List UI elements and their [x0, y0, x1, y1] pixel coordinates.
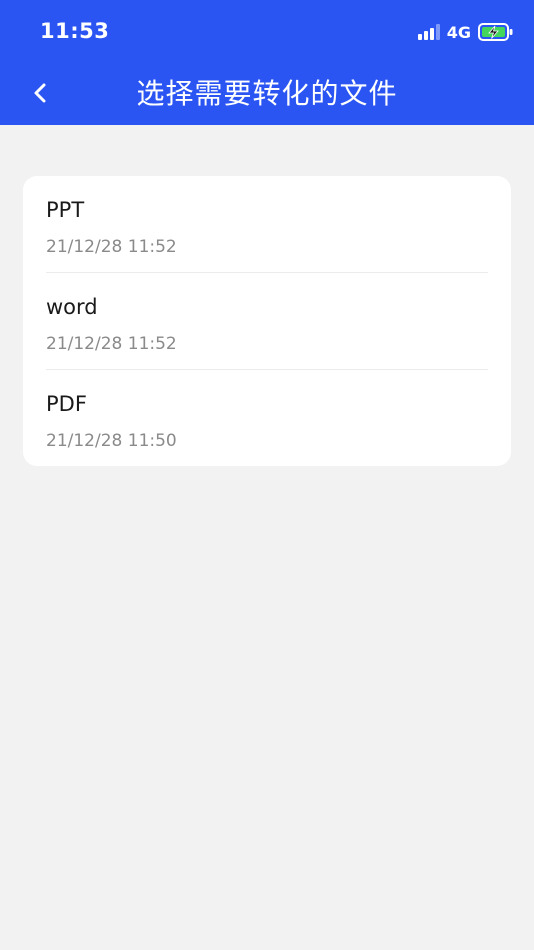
status-indicators: 4G	[417, 22, 514, 42]
file-name: word	[46, 295, 98, 319]
signal-icon	[417, 24, 440, 40]
app-header: 11:53 4G 选择需要转化的文件	[0, 0, 534, 125]
file-item-word[interactable]: word 21/12/28 11:52	[46, 272, 488, 369]
file-list: PPT 21/12/28 11:52 word 21/12/28 11:52 P…	[23, 176, 511, 466]
file-date: 21/12/28 11:52	[46, 334, 177, 354]
file-name: PPT	[46, 198, 85, 222]
file-date: 21/12/28 11:50	[46, 431, 177, 451]
network-label: 4G	[446, 22, 471, 42]
status-time: 11:53	[40, 19, 110, 43]
page-title: 选择需要转化的文件	[136, 77, 398, 110]
file-date: 21/12/28 11:52	[46, 237, 177, 257]
file-item-pdf[interactable]: PDF 21/12/28 11:50	[46, 369, 488, 466]
battery-charging-icon	[478, 23, 513, 41]
file-name: PDF	[46, 392, 87, 416]
file-item-ppt[interactable]: PPT 21/12/28 11:52	[46, 176, 488, 272]
